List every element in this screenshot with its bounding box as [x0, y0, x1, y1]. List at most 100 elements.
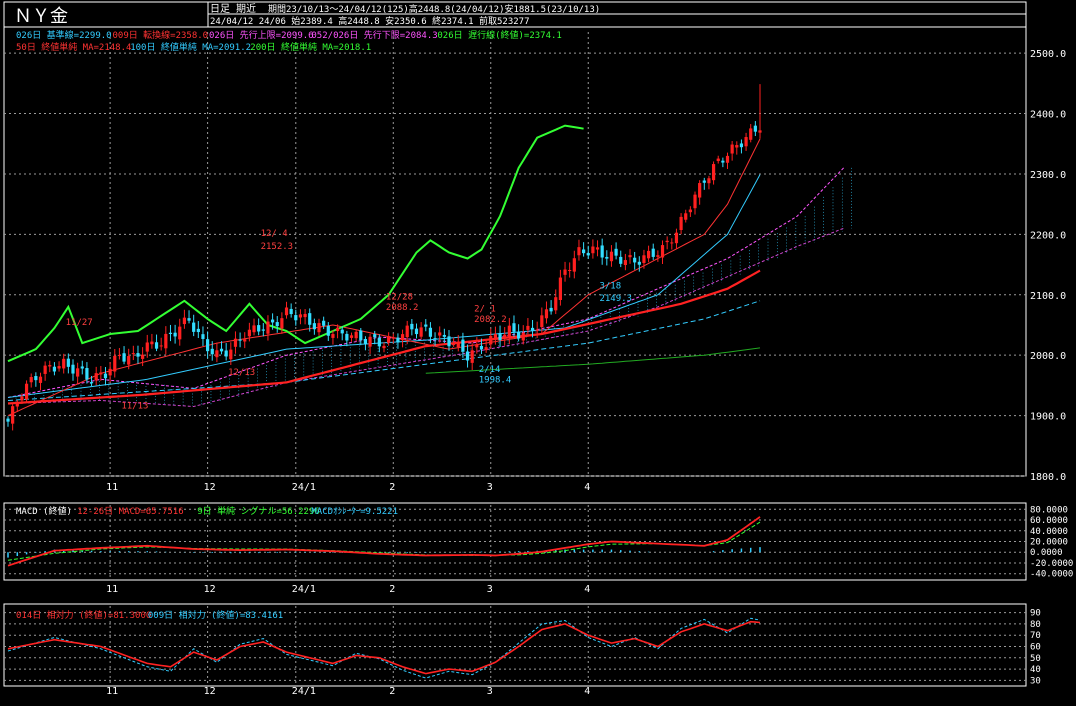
candle-body [94, 373, 98, 381]
candle-body [15, 402, 19, 407]
candle-body [730, 144, 734, 154]
candle-body [442, 334, 446, 337]
candle-body [117, 354, 122, 356]
candle-body [206, 339, 210, 352]
price-tick-label: 2300.0 [1030, 170, 1066, 181]
price-annotation: 2152.3 [261, 242, 294, 252]
candle-body [595, 247, 600, 250]
candle-body [702, 180, 706, 183]
rsi14-line [7, 620, 761, 675]
candle-body [219, 348, 224, 352]
candle-body [628, 255, 632, 258]
price-annotation: 1998.4 [479, 375, 512, 385]
candle-body [308, 313, 312, 325]
candle-body [136, 353, 140, 357]
candle-body [424, 324, 428, 327]
candle-body [113, 355, 117, 372]
rsi-legend-item: 014日 相対力 (終値)=81.3000 [16, 609, 151, 621]
price-annotation: 2/14 [479, 365, 501, 375]
candle-body [614, 248, 618, 256]
rsi-tick-label: 30 [1030, 676, 1041, 686]
candle-body [642, 255, 646, 263]
candle-body [470, 350, 474, 363]
price-annotation: 12/13 [228, 368, 255, 378]
candle-body [405, 325, 409, 338]
kijun-line [7, 174, 761, 398]
x-tick-label: 11 [106, 686, 118, 697]
chart-mode: 日足 期近 [210, 2, 256, 15]
candle-body [489, 335, 493, 345]
x-tick-label: 4 [584, 584, 590, 595]
candle-body [89, 382, 94, 384]
candle-body [582, 249, 586, 254]
candle-body [187, 318, 191, 321]
price-annotation: 12/ 4 [261, 229, 288, 239]
candle-body [182, 317, 186, 325]
candle-body [725, 155, 730, 163]
rsi-tick-label: 90 [1030, 609, 1041, 619]
price-tick-label: 2500.0 [1030, 49, 1066, 60]
rsi-legend-item: 009日 相対力 (終値)=83.4161 [148, 609, 283, 621]
price-legend-item: 026日 基準線=2299.0 [16, 29, 112, 41]
candle-body [103, 373, 108, 379]
candle-body [173, 332, 177, 337]
candle-body [591, 246, 595, 254]
candle-body [131, 353, 135, 355]
macd-tick-label: -40.0000 [1030, 570, 1073, 580]
macd-legend-item: 12-26日 MACD=65.7516 [77, 506, 184, 517]
candle-body [363, 338, 368, 344]
macd-tick-label: 40.0000 [1030, 527, 1068, 537]
rsi-tick-label: 80 [1030, 620, 1041, 630]
candle-body [368, 336, 372, 347]
candle-body [71, 364, 75, 374]
candle-body [201, 334, 205, 339]
candle-body [735, 145, 739, 148]
candle-body [484, 347, 488, 351]
candle-body [164, 333, 168, 349]
chart-canvas: ＮＹ金 日足 期近 期間23/10/13～24/04/12(125)高2448.… [3, 1, 1074, 697]
candle-body [52, 366, 57, 372]
legends: 026日 基準線=2299.0 009日 転換線=2358.0 026日 先行上限=… [16, 29, 562, 621]
macd-tick-label: 80.0000 [1030, 505, 1068, 515]
candle-body [684, 213, 688, 220]
x-tick-label: 3 [487, 482, 493, 493]
candle-body [178, 326, 182, 340]
axis-labels: 11 11 11 12 12 12 24/1 24/1 24/1 2 2 2 3 3 3 4 4 4 2500.0 2… [66, 49, 1074, 697]
rsi-tick-label: 40 [1030, 665, 1041, 675]
candle-body [530, 327, 535, 331]
candle-body [568, 269, 572, 271]
candle-body [577, 247, 581, 256]
candle-body [665, 240, 669, 243]
candle-body [456, 341, 460, 348]
candle-body [414, 328, 419, 335]
candle-body [656, 255, 660, 257]
x-tick-label: 2 [389, 584, 395, 595]
candle-body [29, 377, 33, 383]
x-tick-label: 24/1 [292, 482, 316, 493]
senkou-a-line [7, 167, 844, 398]
candle-body [535, 329, 539, 331]
chart-ohlc: 24/04/12 24/06 始2389.4 高2448.8 安2350.6 終… [210, 15, 530, 27]
candle-body [410, 323, 414, 330]
ma-legend-item: 50日 終値単純 MA=2148.4 [16, 41, 131, 53]
candle-body [280, 318, 284, 329]
candle-body [660, 245, 665, 258]
price-legend-item: 026日 遅行線(終値)=2374.1 [437, 29, 561, 41]
candle-body [270, 319, 275, 323]
chart-title: ＮＹ金 [14, 6, 68, 27]
rsi-tick-label: 60 [1030, 643, 1041, 653]
candle-body [651, 248, 655, 257]
candle-body [80, 366, 84, 369]
candle-body [196, 328, 200, 333]
candle-body [247, 329, 251, 337]
candle-body [693, 194, 697, 209]
candle-body [289, 308, 293, 315]
candle-body [377, 337, 381, 347]
candle-body [391, 337, 395, 339]
candle-body [154, 342, 159, 349]
price-annotation: 12/28 [386, 293, 413, 303]
candle-body [252, 325, 256, 333]
ma-legend-item: 100日 終値単純 MA=2091.2 [130, 41, 251, 53]
candle-body [465, 351, 470, 361]
x-tick-label: 24/1 [292, 686, 316, 697]
